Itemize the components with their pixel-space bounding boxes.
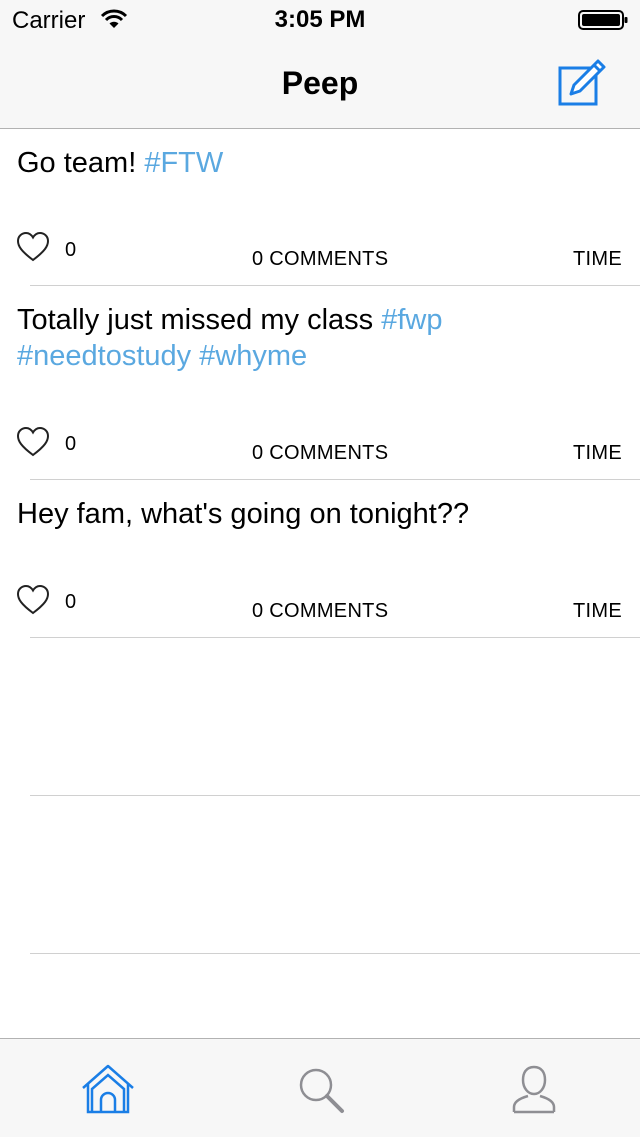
post-time: TIME	[573, 442, 622, 464]
home-icon[interactable]	[80, 1063, 136, 1115]
page-title: Peep	[281, 65, 359, 101]
empty-row-divider	[30, 953, 640, 954]
comments-link[interactable]: 0 COMMENTS	[252, 442, 388, 465]
post-hashtags[interactable]: #FTW	[144, 147, 223, 179]
like-count: 0	[65, 591, 77, 613]
post-body: Totally just missed my class	[17, 304, 382, 336]
heart-icon[interactable]	[16, 584, 50, 616]
heart-icon[interactable]	[16, 231, 50, 263]
like-count: 0	[65, 433, 77, 455]
post-body: Hey fam, what's going on tonight??	[17, 498, 470, 530]
post-text: Hey fam, what's going on tonight??	[17, 496, 617, 532]
post-item[interactable]: Hey fam, what's going on tonight?? 0 0 C…	[0, 480, 640, 638]
tab-bar	[0, 1038, 640, 1137]
heart-icon[interactable]	[16, 426, 50, 458]
empty-row-divider	[30, 795, 640, 796]
row-divider	[30, 637, 640, 638]
profile-icon[interactable]	[506, 1063, 562, 1115]
post-item[interactable]: Go team! #FTW 0 0 COMMENTS TIME	[0, 129, 640, 286]
post-text: Totally just missed my class #fwp #needt…	[17, 302, 617, 374]
comments-link[interactable]: 0 COMMENTS	[252, 248, 388, 271]
battery-icon	[578, 10, 628, 30]
like-count: 0	[65, 239, 77, 261]
post-text: Go team! #FTW	[17, 145, 617, 181]
post-item[interactable]: Totally just missed my class #fwp #needt…	[0, 286, 640, 480]
post-time: TIME	[573, 248, 622, 270]
post-time: TIME	[573, 600, 622, 622]
comments-link[interactable]: 0 COMMENTS	[252, 600, 388, 623]
post-body: Go team!	[17, 147, 145, 179]
navigation-bar: Peep	[0, 40, 640, 129]
compose-icon[interactable]	[556, 58, 608, 108]
search-icon[interactable]	[294, 1063, 350, 1115]
status-time: 3:05 PM	[274, 6, 366, 33]
status-bar: Carrier 3:05 PM	[0, 0, 640, 40]
